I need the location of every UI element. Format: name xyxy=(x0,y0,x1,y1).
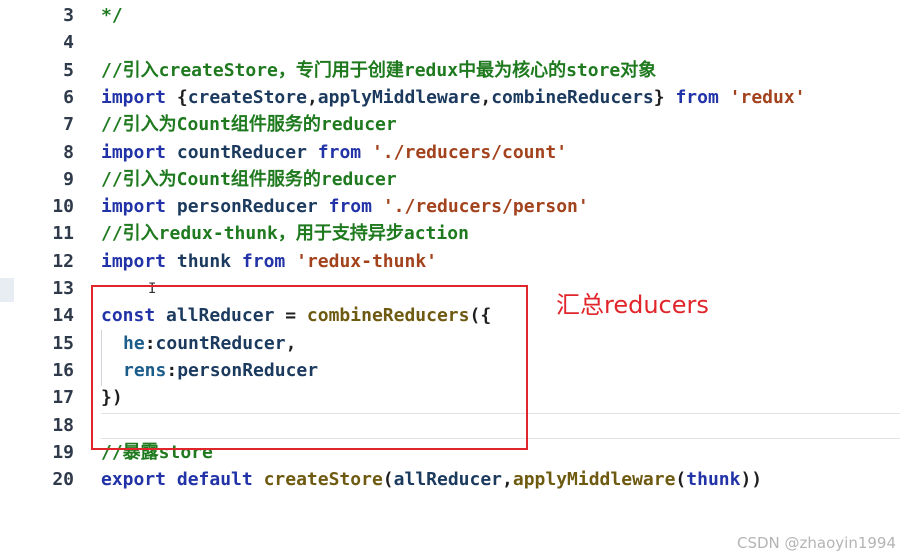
code-line[interactable]: 8 import countReducer from './reducers/co… xyxy=(0,139,900,166)
code-token: allReducer xyxy=(393,469,503,491)
code-text[interactable]: import thunk from 'redux-thunk' xyxy=(101,248,437,275)
code-token: 'redux-thunk' xyxy=(296,250,437,272)
code-text[interactable]: import {createStore,applyMiddleware,comb… xyxy=(101,84,806,111)
code-line[interactable]: 9 //引入为Count组件服务的reducer xyxy=(0,166,900,193)
code-text[interactable]: //引入为Count组件服务的reducer xyxy=(101,111,397,138)
code-token: countReducer xyxy=(176,141,307,163)
code-token: } xyxy=(653,86,665,108)
line-number: 18 xyxy=(52,414,74,436)
code-token: , xyxy=(480,86,492,108)
code-token: //引入createStore，专门用于创建redux中最为核心的store对象 xyxy=(101,59,657,81)
code-token: createStore xyxy=(263,469,383,491)
line-number: 19 xyxy=(52,441,74,463)
line-number: 12 xyxy=(52,250,74,272)
code-text[interactable]: import personReducer from './reducers/pe… xyxy=(101,193,589,220)
code-token: default xyxy=(176,469,253,491)
code-token: thunk xyxy=(176,250,232,272)
code-editor[interactable]: 3 */ 4 5 //引入createStore，专门用于创建redux中最为核心的st… xyxy=(0,0,900,557)
watermark: CSDN @zhaoyin1994 xyxy=(736,534,896,552)
line-number: 6 xyxy=(63,86,74,108)
code-token: import xyxy=(101,196,167,218)
annotation-label: 汇总reducers xyxy=(556,291,709,319)
code-token: 'redux' xyxy=(729,86,806,108)
code-token: './reducers/count' xyxy=(371,141,568,163)
code-token: //引入为Count组件服务的reducer xyxy=(101,114,397,136)
code-token: import xyxy=(101,86,167,108)
code-line[interactable]: 5 //引入createStore，专门用于创建redux中最为核心的store对… xyxy=(0,57,900,84)
code-token: import xyxy=(101,250,167,272)
code-text[interactable]: //引入createStore，专门用于创建redux中最为核心的store对象 xyxy=(101,57,656,84)
code-line[interactable]: 11 //引入redux-thunk，用于支持异步action xyxy=(0,220,900,247)
code-line[interactable]: 20 export default createStore(allReducer,… xyxy=(0,466,900,493)
code-token: , xyxy=(502,469,513,491)
code-token: combineReducers xyxy=(491,86,654,108)
code-line[interactable]: 4 xyxy=(0,29,900,56)
annotation-highlight-box xyxy=(91,285,528,450)
code-token: */ xyxy=(101,5,123,26)
code-token: applyMiddleware xyxy=(317,86,481,108)
code-token: './reducers/person' xyxy=(382,196,589,218)
code-token: { xyxy=(176,86,188,108)
line-number: 3 xyxy=(63,5,74,26)
line-number: 8 xyxy=(63,141,74,163)
code-token: from xyxy=(241,250,286,272)
line-number: 7 xyxy=(63,114,74,136)
line-number: 9 xyxy=(63,168,74,190)
code-line[interactable]: 10 import personReducer from './reducers/… xyxy=(0,193,900,220)
code-line[interactable]: 7 //引入为Count组件服务的reducer xyxy=(0,111,900,138)
code-token: ( xyxy=(382,469,394,491)
code-token: export xyxy=(101,469,167,491)
code-token: //引入为Count组件服务的reducer xyxy=(101,168,397,190)
code-token: personReducer xyxy=(176,196,318,218)
code-token: from xyxy=(675,86,719,108)
code-token: import xyxy=(101,141,167,163)
line-number: 17 xyxy=(52,387,74,409)
line-number: 16 xyxy=(52,359,74,381)
code-token: )) xyxy=(740,469,763,491)
line-number: 13 xyxy=(52,278,74,299)
code-token: , xyxy=(306,86,318,108)
code-text[interactable]: //引入为Count组件服务的reducer xyxy=(101,166,397,193)
code-text[interactable]: //引入redux-thunk，用于支持异步action xyxy=(101,220,469,247)
code-token: from xyxy=(328,196,372,218)
code-token: from xyxy=(317,141,362,163)
code-line[interactable]: 6 import {createStore,applyMiddleware,com… xyxy=(0,84,900,111)
code-token: //引入redux-thunk，用于支持异步action xyxy=(101,223,469,245)
code-line[interactable]: 3 */ xyxy=(0,2,900,29)
code-token: ( xyxy=(675,469,687,491)
code-text[interactable]: */ xyxy=(101,2,123,29)
line-number: 10 xyxy=(52,196,74,218)
line-number: 14 xyxy=(52,305,74,327)
code-token: createStore xyxy=(187,86,307,108)
code-text[interactable]: export default createStore(allReducer,ap… xyxy=(101,466,762,493)
line-number: 5 xyxy=(63,59,74,81)
code-token: thunk xyxy=(686,469,741,491)
code-text[interactable]: import countReducer from './reducers/cou… xyxy=(101,139,567,166)
line-number: 4 xyxy=(63,32,74,54)
code-token: applyMiddleware xyxy=(512,469,676,491)
line-number: 20 xyxy=(52,469,74,491)
line-number: 15 xyxy=(52,332,74,354)
line-number: 11 xyxy=(52,223,74,245)
code-line[interactable]: 12 import thunk from 'redux-thunk' xyxy=(0,248,900,275)
